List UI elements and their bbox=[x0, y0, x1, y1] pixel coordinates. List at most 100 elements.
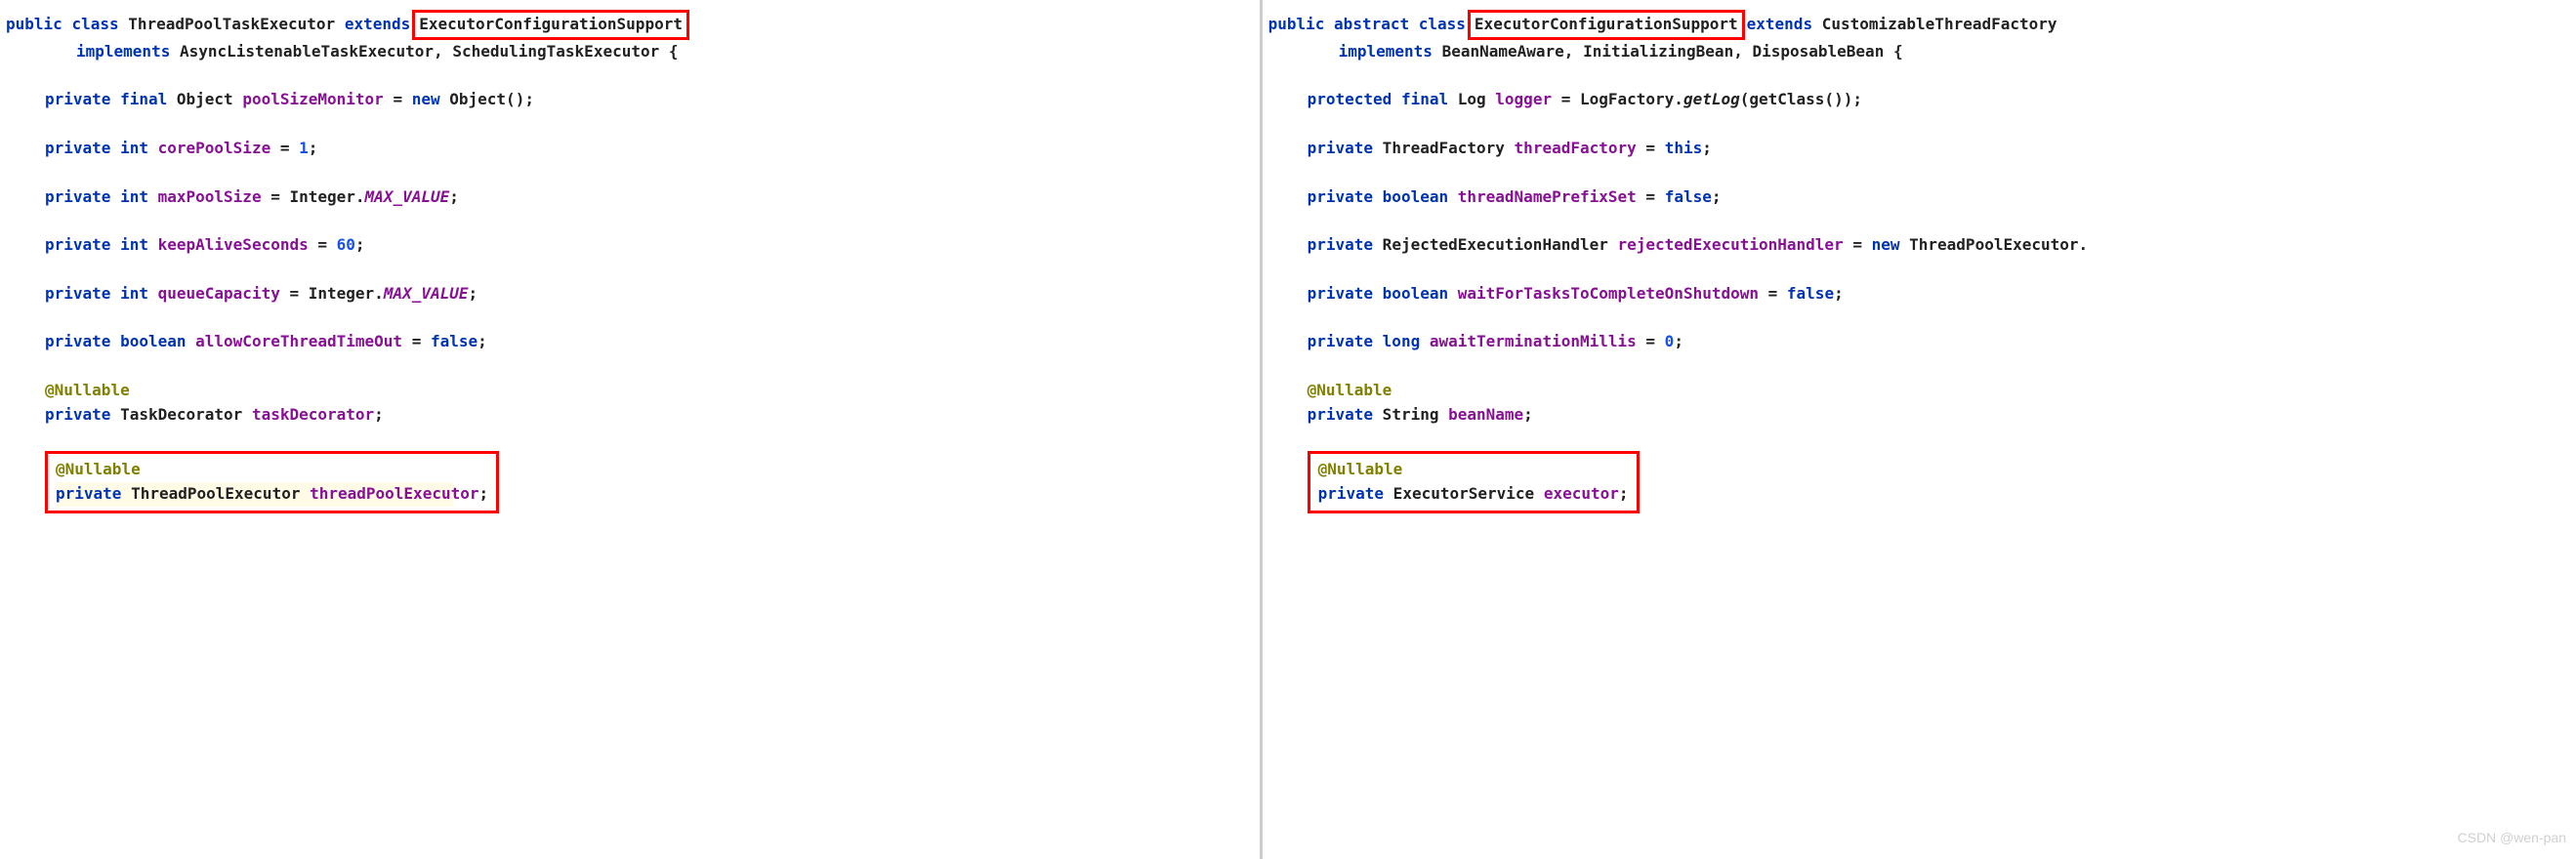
abstract-keyword: abstract bbox=[1334, 15, 1409, 33]
semi: ; bbox=[355, 235, 365, 254]
watermark-text: CSDN @wen-pan bbox=[2458, 828, 2566, 849]
blank-line bbox=[6, 112, 1254, 137]
rest: = bbox=[1637, 332, 1665, 350]
rest: = bbox=[1844, 235, 1872, 254]
tail: (getClass()); bbox=[1740, 90, 1862, 108]
field-line: private boolean allowCoreThreadTimeOut =… bbox=[6, 330, 1254, 354]
blank-line bbox=[1268, 112, 2570, 137]
semi: ; bbox=[469, 284, 478, 303]
nullable-annotation: @Nullable bbox=[56, 460, 141, 478]
modifiers: private int bbox=[45, 139, 148, 157]
blank-line bbox=[6, 161, 1254, 185]
value: false bbox=[431, 332, 478, 350]
value: 0 bbox=[1665, 332, 1675, 350]
semi: ; bbox=[1523, 405, 1533, 424]
nullable-annotation: @Nullable bbox=[1308, 381, 1392, 399]
blank-line bbox=[6, 428, 1254, 452]
field-name: corePoolSize bbox=[158, 139, 271, 157]
implements-line: implements AsyncListenableTaskExecutor, … bbox=[6, 40, 1254, 64]
class-keyword: class bbox=[71, 15, 118, 33]
field-line: private long awaitTerminationMillis = 0; bbox=[1268, 330, 2570, 354]
blank-line bbox=[1268, 209, 2570, 233]
field-line: private int queueCapacity = Integer.MAX_… bbox=[6, 282, 1254, 307]
type: Object bbox=[177, 90, 233, 108]
field-name: rejectedExecutionHandler bbox=[1618, 235, 1844, 254]
superclass-name: ExecutorConfigurationSupport bbox=[419, 15, 683, 33]
modifiers: private long bbox=[1308, 332, 1421, 350]
blank-line bbox=[1268, 354, 2570, 379]
implements-list: AsyncListenableTaskExecutor, SchedulingT… bbox=[180, 42, 679, 61]
extends-keyword: extends bbox=[1747, 15, 1812, 33]
semi: ; bbox=[1619, 484, 1629, 503]
tail: ThreadPoolExecutor. bbox=[1900, 235, 2089, 254]
nullable-annotation: @Nullable bbox=[1318, 460, 1403, 478]
class-declaration-line: public class ThreadPoolTaskExecutor exte… bbox=[6, 10, 1254, 40]
type: ExecutorService bbox=[1384, 484, 1544, 503]
type: TaskDecorator bbox=[110, 405, 252, 424]
annotation-line: @Nullable bbox=[1268, 379, 2570, 403]
blank-line bbox=[1268, 428, 2570, 452]
annotation-line: @Nullable bbox=[6, 379, 1254, 403]
field-line: private int keepAliveSeconds = 60; bbox=[6, 233, 1254, 258]
semi: ; bbox=[478, 484, 488, 503]
constant: MAX_VALUE bbox=[365, 187, 450, 206]
implements-line: implements BeanNameAware, InitializingBe… bbox=[1268, 40, 2570, 64]
rest: = bbox=[1637, 187, 1665, 206]
semi: ; bbox=[478, 332, 487, 350]
extends-keyword: extends bbox=[345, 15, 410, 33]
field-name: threadFactory bbox=[1515, 139, 1637, 157]
public-keyword: public bbox=[1268, 15, 1325, 33]
value: 60 bbox=[337, 235, 355, 254]
equals: = bbox=[384, 90, 412, 108]
field-name: allowCoreThreadTimeOut bbox=[195, 332, 402, 350]
value: this bbox=[1665, 139, 1703, 157]
modifiers: private boolean bbox=[45, 332, 187, 350]
blank-line bbox=[6, 64, 1254, 89]
classname-highlight-box: ExecutorConfigurationSupport bbox=[1468, 10, 1745, 40]
field-name: keepAliveSeconds bbox=[158, 235, 309, 254]
rest: = LogFactory. bbox=[1552, 90, 1683, 108]
superclass-highlight-box: ExecutorConfigurationSupport bbox=[412, 10, 689, 40]
field-name: executor bbox=[1544, 484, 1619, 503]
right-code-panel: public abstract class ExecutorConfigurati… bbox=[1263, 0, 2576, 859]
field-name: logger bbox=[1495, 90, 1552, 108]
value: false bbox=[1665, 187, 1712, 206]
modifiers: private boolean bbox=[1308, 187, 1449, 206]
rest: = bbox=[270, 139, 299, 157]
new-keyword: new bbox=[1872, 235, 1900, 254]
type: String bbox=[1373, 405, 1448, 424]
modifiers: private bbox=[56, 484, 121, 503]
field-line: private boolean waitForTasksToCompleteOn… bbox=[1268, 282, 2570, 307]
type: RejectedExecutionHandler bbox=[1373, 235, 1617, 254]
modifiers: private int bbox=[45, 187, 148, 206]
field-name: threadNamePrefixSet bbox=[1458, 187, 1637, 206]
class-declaration-line: public abstract class ExecutorConfigurati… bbox=[1268, 10, 2570, 40]
semi: ; bbox=[1674, 332, 1683, 350]
class-name: ExecutorConfigurationSupport bbox=[1475, 15, 1738, 33]
field-name: maxPoolSize bbox=[158, 187, 262, 206]
modifiers: private bbox=[45, 405, 110, 424]
type: ThreadFactory bbox=[1373, 139, 1515, 157]
modifiers: private final bbox=[45, 90, 167, 108]
rest: = Integer. bbox=[280, 284, 384, 303]
class-keyword: class bbox=[1419, 15, 1466, 33]
field-line: private boolean threadNamePrefixSet = fa… bbox=[1268, 185, 2570, 210]
field-name: waitForTasksToCompleteOnShutdown bbox=[1458, 284, 1759, 303]
blank-line bbox=[1268, 64, 2570, 89]
field-line: protected final Log logger = LogFactory.… bbox=[1268, 88, 2570, 112]
semi: ; bbox=[1702, 139, 1712, 157]
implements-list: BeanNameAware, InitializingBean, Disposa… bbox=[1442, 42, 1903, 61]
new-keyword: new bbox=[412, 90, 440, 108]
modifiers: private bbox=[1318, 484, 1384, 503]
rest: = bbox=[309, 235, 337, 254]
modifiers: private int bbox=[45, 284, 148, 303]
field-line: private ThreadFactory threadFactory = th… bbox=[1268, 137, 2570, 161]
rest: = bbox=[1637, 139, 1665, 157]
field-line: private final Object poolSizeMonitor = n… bbox=[6, 88, 1254, 112]
modifiers: private bbox=[1308, 405, 1373, 424]
field-line: private int maxPoolSize = Integer.MAX_VA… bbox=[6, 185, 1254, 210]
type: Log bbox=[1448, 90, 1495, 108]
field-name: poolSizeMonitor bbox=[242, 90, 384, 108]
value: 1 bbox=[299, 139, 309, 157]
blank-line bbox=[1268, 161, 2570, 185]
